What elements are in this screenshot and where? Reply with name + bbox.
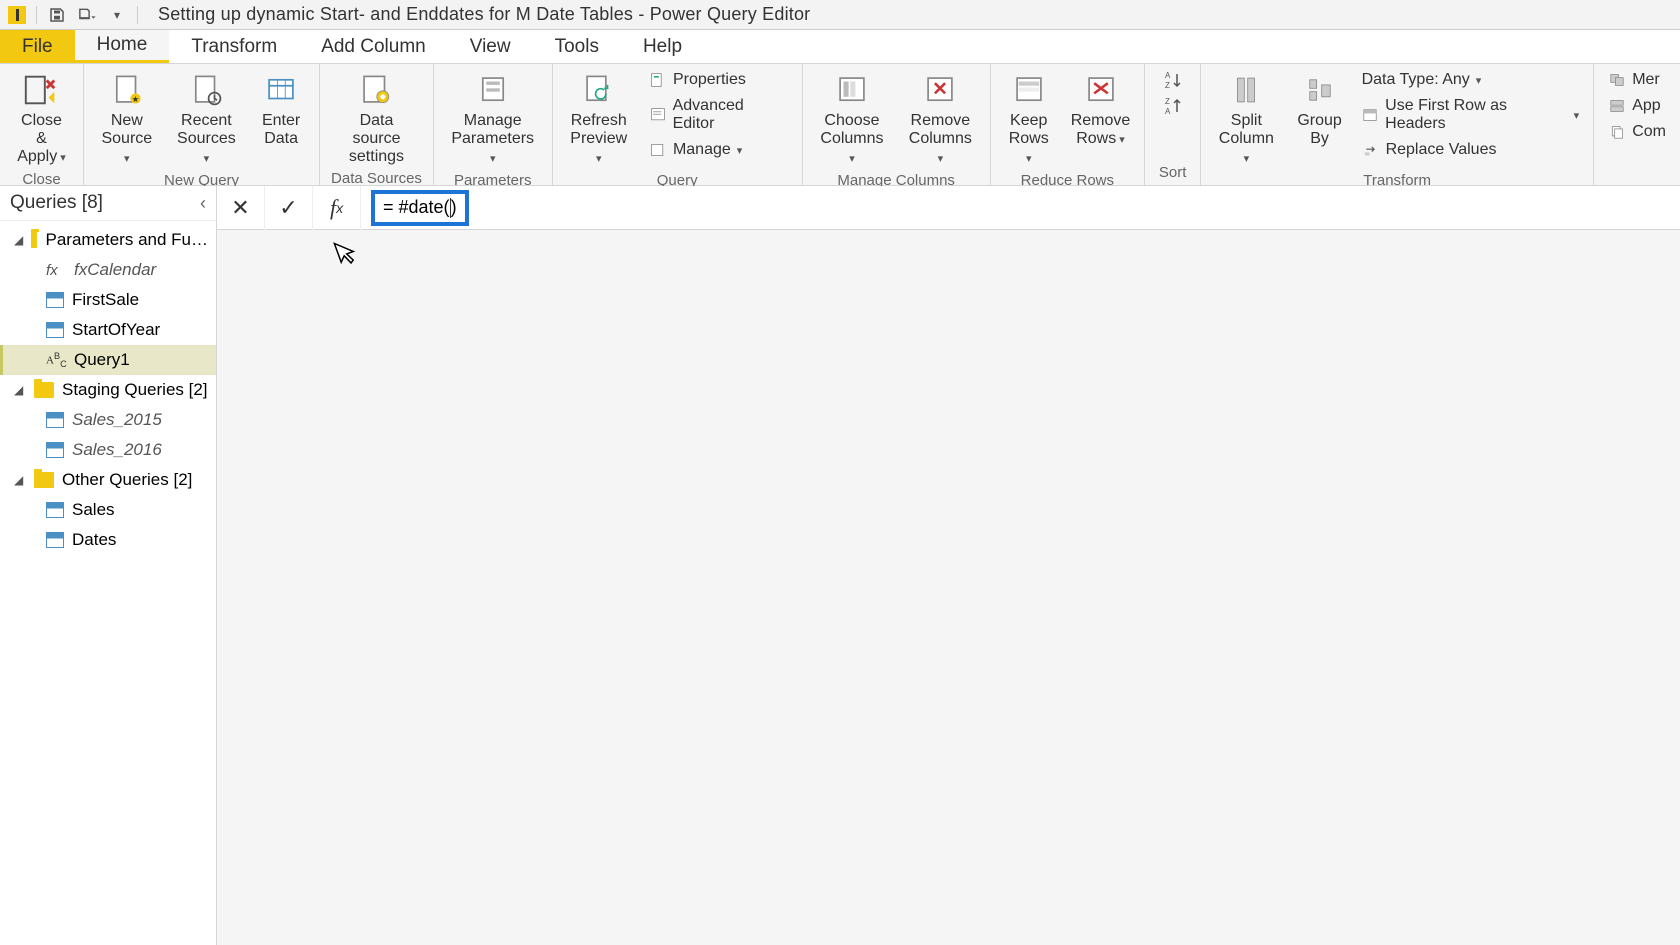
save-dropdown-icon[interactable] — [77, 6, 97, 24]
tree-item[interactable]: StartOfYear — [0, 315, 216, 345]
group-by-button[interactable]: Group By — [1290, 68, 1350, 150]
tree-item[interactable]: Sales — [0, 495, 216, 525]
sort-desc-button[interactable]: ZA — [1161, 94, 1185, 118]
tab-help[interactable]: Help — [621, 30, 704, 63]
replace-values-button[interactable]: Replace Values — [1356, 138, 1586, 162]
manage-parameters-button[interactable]: Manage Parameters — [442, 68, 544, 170]
main-area: Queries [8] ‹ ◢Parameters and Fu…fxfxCal… — [0, 186, 1680, 945]
save-icon[interactable] — [47, 6, 67, 24]
preview-area — [217, 230, 1680, 945]
tab-transform[interactable]: Transform — [169, 30, 299, 63]
data-type-button[interactable]: Data Type: Any ▾ — [1356, 68, 1586, 92]
queries-pane: Queries [8] ‹ ◢Parameters and Fu…fxfxCal… — [0, 186, 217, 945]
split-column-button[interactable]: Split Column — [1209, 68, 1283, 170]
formula-bar: ✕ ✓ fx = #date() — [217, 186, 1680, 230]
qat-dropdown-icon[interactable]: ▾ — [107, 6, 127, 24]
combine-files-button[interactable]: Com — [1602, 120, 1672, 144]
tab-add-column[interactable]: Add Column — [299, 30, 448, 63]
first-row-headers-button[interactable]: Use First Row as Headers ▾ — [1356, 94, 1586, 136]
sort-asc-button[interactable]: AZ — [1161, 68, 1185, 92]
tab-tools[interactable]: Tools — [533, 30, 621, 63]
tree-group[interactable]: ◢Other Queries [2] — [0, 465, 216, 495]
formula-input[interactable]: = #date() — [361, 186, 1680, 230]
remove-columns-button[interactable]: Remove Columns — [899, 68, 981, 170]
choose-columns-button[interactable]: Choose Columns — [811, 68, 893, 170]
recent-sources-button[interactable]: Recent Sources — [168, 68, 245, 170]
editor-area: ✕ ✓ fx = #date() — [217, 186, 1680, 945]
tab-view[interactable]: View — [448, 30, 533, 63]
tree-item[interactable]: ABCQuery1 — [0, 345, 216, 375]
manage-button[interactable]: Manage ▾ — [643, 138, 794, 162]
tree-item[interactable]: FirstSale — [0, 285, 216, 315]
data-source-settings-button[interactable]: Data source settings — [328, 68, 425, 168]
menu-bar: File Home Transform Add Column View Tool… — [0, 30, 1680, 64]
advanced-editor-button[interactable]: Advanced Editor — [643, 94, 794, 136]
tree-group[interactable]: ◢Staging Queries [2] — [0, 375, 216, 405]
cancel-formula-button[interactable]: ✕ — [217, 186, 265, 230]
queries-title: Queries [8] — [10, 192, 103, 214]
queries-tree: ◢Parameters and Fu…fxfxCalendarFirstSale… — [0, 221, 216, 559]
new-source-button[interactable]: ★ New Source — [92, 68, 162, 170]
svg-text:Z: Z — [1165, 81, 1170, 90]
tab-file[interactable]: File — [0, 30, 75, 63]
tree-item[interactable]: Sales_2016 — [0, 435, 216, 465]
svg-text:A: A — [1165, 71, 1171, 80]
collapse-pane-icon[interactable]: ‹ — [200, 193, 206, 214]
tree-item[interactable]: Dates — [0, 525, 216, 555]
properties-button[interactable]: Properties — [643, 68, 794, 92]
title-bar: ▾ Setting up dynamic Start- and Enddates… — [0, 0, 1680, 30]
tree-item[interactable]: Sales_2015 — [0, 405, 216, 435]
fx-button[interactable]: fx — [313, 186, 361, 230]
window-title: Setting up dynamic Start- and Enddates f… — [146, 4, 810, 25]
svg-text:Z: Z — [1165, 97, 1170, 106]
refresh-preview-button[interactable]: Refresh Preview — [561, 68, 637, 170]
enter-data-button[interactable]: Enter Data — [251, 68, 311, 150]
app-icon — [8, 6, 26, 24]
tree-group[interactable]: ◢Parameters and Fu… — [0, 225, 216, 255]
merge-queries-button[interactable]: Mer — [1602, 68, 1672, 92]
append-queries-button[interactable]: App — [1602, 94, 1672, 118]
group-label-sort: Sort — [1159, 162, 1187, 183]
svg-text:★: ★ — [132, 94, 140, 104]
tab-home[interactable]: Home — [75, 30, 170, 63]
remove-rows-button[interactable]: Remove Rows — [1065, 68, 1136, 151]
ribbon: Close & Apply Close ★ New Source Recent … — [0, 64, 1680, 186]
close-apply-button[interactable]: Close & Apply — [8, 68, 75, 169]
confirm-formula-button[interactable]: ✓ — [265, 186, 313, 230]
cursor-icon — [331, 235, 361, 269]
keep-rows-button[interactable]: Keep Rows — [999, 68, 1059, 170]
tree-item[interactable]: fxfxCalendar — [0, 255, 216, 285]
svg-text:A: A — [1165, 107, 1171, 116]
